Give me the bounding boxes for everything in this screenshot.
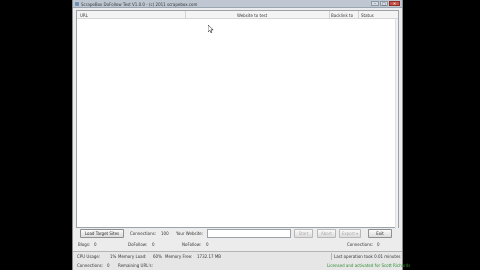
action-toolbar: Load Target Sites Connections: 100 Your …: [76, 229, 399, 238]
dofollow-label: DoFollow:: [128, 242, 148, 247]
mouse-pointer-icon: [208, 25, 214, 33]
website-input[interactable]: [207, 229, 291, 238]
stats-row: Blogs: 0 DoFollow: 0 NoFollow: 0 Connect…: [76, 240, 399, 247]
start-button[interactable]: Start: [294, 229, 313, 238]
export-button[interactable]: Export ▾: [339, 229, 361, 238]
last-operation-text: Last operation took 0.01 minutes: [334, 254, 401, 259]
nofollow-count: 0: [206, 242, 209, 247]
memory-free-value: 1732.17 MB: [197, 254, 222, 259]
exit-button[interactable]: Exit: [368, 229, 392, 238]
connections-value[interactable]: 100: [161, 231, 169, 236]
column-url[interactable]: URL: [80, 13, 88, 18]
app-icon: [75, 2, 79, 6]
results-grid[interactable]: URL Website to test Backlink to Status: [76, 10, 399, 229]
window-controls: – □ ✕: [371, 1, 400, 6]
grid-header: URL Website to test Backlink to Status: [77, 11, 398, 19]
stats-connections-count: 0: [377, 242, 380, 247]
connections-label: Connections:: [130, 231, 157, 236]
window-title: ScrapeBox DoFollow Test V1.0.0 - (c) 201…: [81, 2, 198, 7]
title-bar[interactable]: ScrapeBox DoFollow Test V1.0.0 - (c) 201…: [73, 0, 402, 8]
cpu-usage-label: CPU Usage:: [77, 254, 101, 259]
column-separator: [185, 11, 186, 19]
status-connections-label: Connections:: [77, 263, 104, 268]
column-website-to-test[interactable]: Website to test: [237, 13, 267, 18]
memory-load-value: 60%: [153, 254, 162, 259]
column-separator: [358, 11, 359, 19]
abort-button[interactable]: Abort: [317, 229, 336, 238]
vertical-scrollbar[interactable]: [395, 19, 398, 229]
load-target-sites-button[interactable]: Load Target Sites: [80, 229, 124, 238]
memory-load-label: Memory Load:: [118, 254, 147, 259]
nofollow-label: NoFollow:: [182, 242, 202, 247]
website-label: Your Website:: [176, 231, 204, 236]
stats-connections-label: Connections:: [347, 242, 374, 247]
license-text: Licensed and activated for Scott Richard…: [327, 263, 411, 268]
close-button[interactable]: ✕: [389, 1, 400, 6]
dofollow-count: 0: [152, 242, 155, 247]
cpu-usage-value: 1%: [110, 254, 117, 259]
status-bar: CPU Usage: 1% Memory Load: 60% Memory Fr…: [73, 251, 410, 270]
column-status[interactable]: Status: [361, 13, 374, 18]
maximize-button[interactable]: □: [380, 1, 388, 6]
blogs-count: 0: [94, 242, 97, 247]
minimize-button[interactable]: –: [371, 1, 379, 6]
grid-body[interactable]: [77, 19, 398, 229]
status-connections-value: 0: [107, 263, 110, 268]
remaining-urls-label: Remaining URL's:: [118, 263, 153, 268]
memory-free-label: Memory Free:: [165, 254, 193, 259]
status-separator: [331, 253, 332, 260]
column-backlink-to[interactable]: Backlink to: [331, 13, 353, 18]
blogs-label: Blogs:: [78, 242, 91, 247]
app-window: ScrapeBox DoFollow Test V1.0.0 - (c) 201…: [72, 0, 410, 270]
column-separator: [329, 11, 330, 19]
